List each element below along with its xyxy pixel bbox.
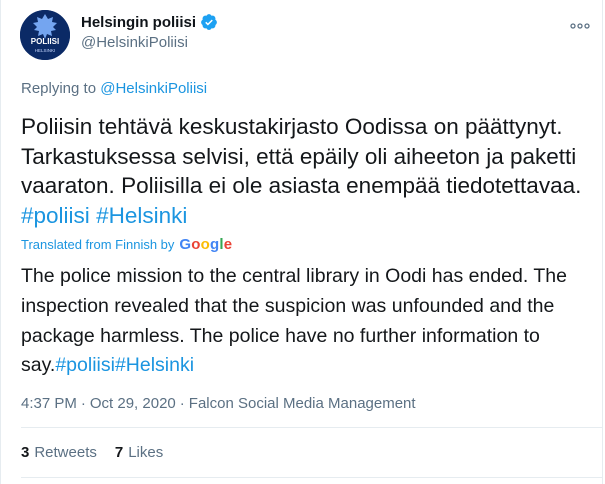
engagement-stats: 3 Retweets 7 Likes bbox=[21, 444, 163, 461]
hashtag-link[interactable]: #poliisi bbox=[21, 203, 90, 228]
author-name[interactable]: Helsingin poliisi bbox=[81, 14, 196, 31]
tweet-body: Poliisin tehtävä keskustakirjasto Oodiss… bbox=[21, 114, 582, 198]
hashtag-link[interactable]: #Helsinki bbox=[96, 203, 187, 228]
replying-to-label: Replying to bbox=[21, 80, 97, 97]
replying-to: Replying to @HelsinkiPoliisi bbox=[21, 80, 207, 97]
divider bbox=[21, 477, 603, 478]
tweet-date[interactable]: Oct 29, 2020 bbox=[90, 395, 176, 412]
svg-text:HELSINKI: HELSINKI bbox=[35, 48, 56, 53]
translation-attribution: Translated from Finnish by Google bbox=[21, 236, 232, 253]
translated-text: The police mission to the central librar… bbox=[21, 262, 601, 381]
more-options-icon[interactable] bbox=[565, 16, 595, 36]
author-handle[interactable]: @HelsinkiPoliisi bbox=[81, 34, 218, 51]
tweet-time[interactable]: 4:37 PM bbox=[21, 395, 77, 412]
google-logo: Google bbox=[179, 236, 233, 253]
tweet-card: POLIISI HELSINKI Helsingin poliisi @Hels… bbox=[0, 0, 603, 484]
tweet-meta: 4:37 PM · Oct 29, 2020 · Falcon Social M… bbox=[21, 395, 416, 412]
likes-count: 7 bbox=[114, 444, 124, 461]
divider bbox=[21, 427, 603, 428]
verified-badge-icon bbox=[200, 13, 218, 31]
avatar[interactable]: POLIISI HELSINKI bbox=[20, 10, 70, 60]
hashtag-link[interactable]: #poliisi bbox=[55, 354, 115, 376]
tweet-text: Poliisin tehtävä keskustakirjasto Oodiss… bbox=[21, 112, 601, 230]
reply-mention-link[interactable]: @HelsinkiPoliisi bbox=[100, 80, 207, 97]
svg-text:POLIISI: POLIISI bbox=[31, 37, 59, 46]
retweets-stat[interactable]: 3 Retweets bbox=[21, 444, 97, 461]
police-logo-icon: POLIISI HELSINKI bbox=[20, 10, 70, 60]
likes-label: Likes bbox=[128, 444, 164, 461]
translated-label[interactable]: Translated from Finnish by bbox=[21, 237, 174, 252]
meta-separator: · bbox=[179, 395, 185, 412]
retweets-count: 3 bbox=[21, 444, 30, 461]
meta-separator: · bbox=[80, 395, 86, 412]
likes-stat[interactable]: 7 Likes bbox=[115, 444, 163, 461]
author-block: Helsingin poliisi @HelsinkiPoliisi bbox=[81, 13, 218, 51]
hashtag-link[interactable]: #Helsinki bbox=[115, 354, 194, 376]
retweets-label: Retweets bbox=[34, 444, 97, 461]
tweet-source[interactable]: Falcon Social Media Management bbox=[189, 395, 416, 412]
